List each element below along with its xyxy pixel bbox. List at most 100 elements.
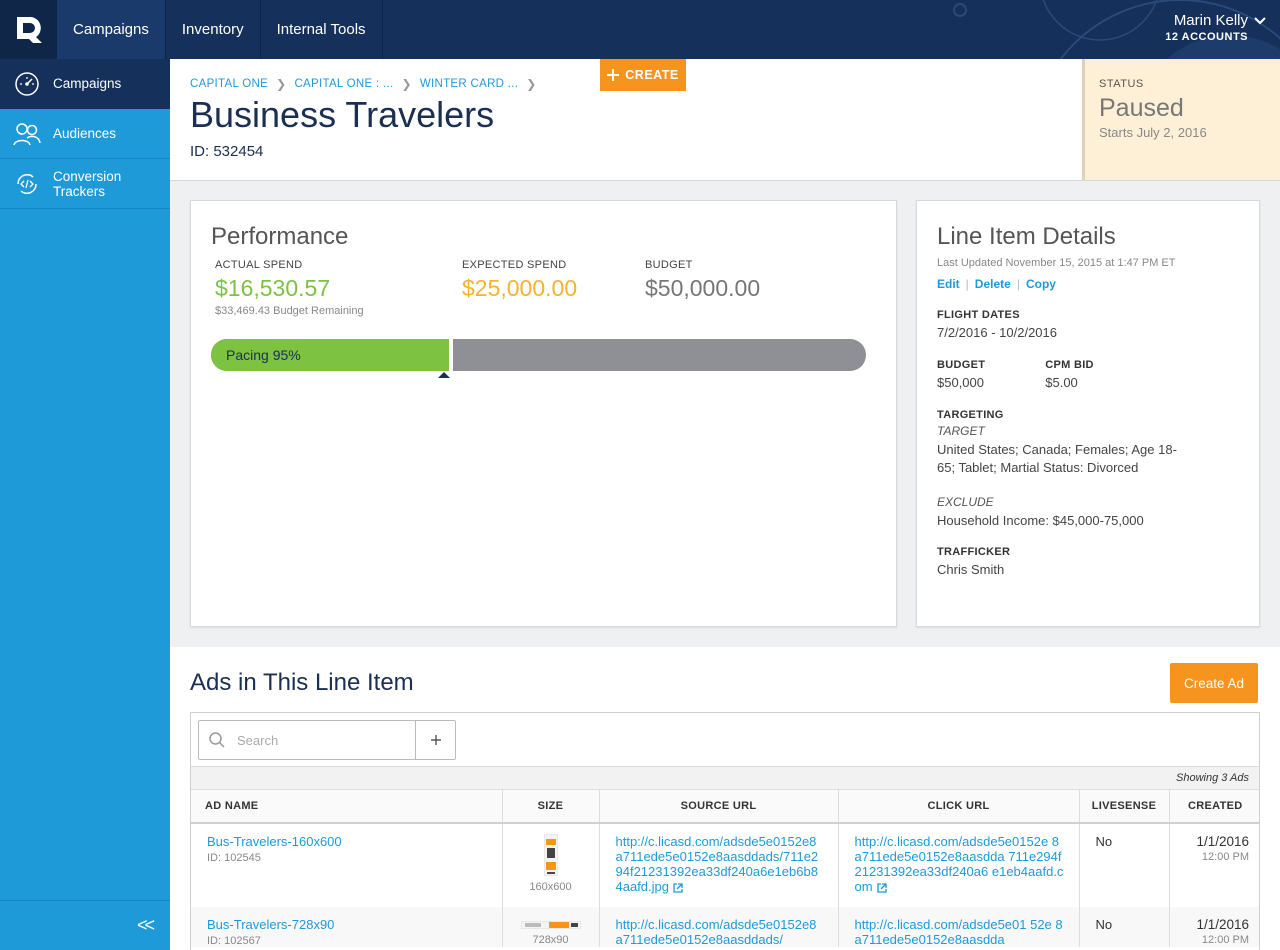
- sidebar: Campaigns Audiences Conversion Trackers …: [0, 59, 170, 950]
- sidebar-item-label: Campaigns: [53, 76, 122, 91]
- column-header-size[interactable]: SIZE: [502, 790, 600, 824]
- audience-icon: [12, 119, 42, 149]
- sidebar-item-label: Audiences: [53, 126, 117, 141]
- create-ad-button[interactable]: Create Ad: [1170, 663, 1258, 703]
- cpm-bid-value: $5.00: [1045, 375, 1078, 390]
- status-panel: STATUS Paused Starts July 2, 2016: [1082, 59, 1280, 180]
- plus-icon: [607, 69, 620, 81]
- chevron-right-icon: ❯: [401, 77, 412, 91]
- target-value: United States; Canada; Females; Age 18-6…: [937, 442, 1177, 475]
- status-label: STATUS: [1099, 78, 1144, 90]
- table-row: Bus-Travelers-160x600 ID: 102545 160x600…: [191, 823, 1259, 907]
- chevron-right-icon: ❯: [526, 77, 537, 91]
- exclude-label: EXCLUDE: [937, 495, 994, 509]
- cpm-bid-label: CPM BID: [1045, 359, 1094, 371]
- create-button[interactable]: CREATE: [600, 59, 686, 91]
- search-box: [198, 720, 416, 760]
- targeting-label: TARGETING: [937, 409, 1004, 421]
- ad-thumbnail[interactable]: [520, 920, 581, 930]
- chevron-down-icon: [1254, 16, 1266, 24]
- user-menu[interactable]: Marin Kelly 12 ACCOUNTS: [1165, 12, 1266, 43]
- actual-spend-label: ACTUAL SPEND: [215, 259, 303, 271]
- budget-metric: BUDGET $50,000.00: [645, 259, 760, 302]
- ad-size: 160x600: [529, 881, 572, 893]
- showing-count: Showing 3 Ads: [191, 767, 1259, 790]
- breadcrumb-item[interactable]: CAPITAL ONE: [190, 78, 268, 90]
- budget-label: BUDGET: [937, 359, 986, 371]
- expected-spend-value: $25,000.00: [462, 275, 578, 301]
- user-name: Marin Kelly: [1173, 12, 1248, 29]
- pacing-bar: Pacing 95%: [211, 339, 866, 371]
- sidebar-item-campaigns[interactable]: Campaigns: [0, 59, 170, 109]
- ad-name-link[interactable]: Bus-Travelers-728x90: [207, 917, 488, 932]
- column-header-source-url[interactable]: SOURCE URL: [599, 790, 839, 824]
- ads-table: AD NAME SIZE SOURCE URL CLICK URL LIVESE…: [191, 790, 1259, 947]
- performance-metrics: ACTUAL SPEND $16,530.57 $33,469.43 Budge…: [215, 259, 875, 329]
- performance-title: Performance: [211, 223, 349, 250]
- budget-remaining: $33,469.43 Budget Remaining: [215, 305, 364, 317]
- ad-id: ID: 102567: [207, 935, 261, 947]
- livesense-value: No: [1079, 907, 1170, 947]
- details-title: Line Item Details: [937, 223, 1116, 250]
- gauge-icon: [12, 69, 42, 99]
- ad-id: ID: 102545: [207, 852, 261, 864]
- source-url-link[interactable]: http://c.licasd.com/adsde5e0152e8a711ede…: [616, 834, 819, 894]
- copy-link[interactable]: Copy: [1026, 277, 1056, 291]
- pacing-actual-fill: Pacing 95%: [211, 339, 449, 371]
- external-link-icon[interactable]: [876, 882, 887, 893]
- trafficker-value: Chris Smith: [937, 562, 1005, 577]
- source-url-link[interactable]: http://c.licasd.com/adsde5e0152e8a711ede…: [616, 917, 817, 947]
- trafficker-label: TRAFFICKER: [937, 546, 1011, 558]
- breadcrumb: CAPITAL ONE ❯ CAPITAL ONE : ... ❯ WINTER…: [190, 77, 545, 91]
- nav-tab-internal-tools[interactable]: Internal Tools: [261, 0, 383, 59]
- sidebar-collapse-button[interactable]: <<: [0, 900, 170, 950]
- created-time: 12:00 PM: [1201, 934, 1249, 946]
- flight-dates-label: FLIGHT DATES: [937, 309, 1020, 321]
- column-header-created[interactable]: CREATED: [1169, 790, 1259, 824]
- nav-tab-inventory[interactable]: Inventory: [166, 0, 261, 59]
- breadcrumb-item[interactable]: CAPITAL ONE : ...: [294, 78, 393, 90]
- code-sync-icon: [12, 169, 42, 199]
- top-navigation-bar: Campaigns Inventory Internal Tools Marin…: [0, 0, 1280, 59]
- sidebar-item-label: Conversion Trackers: [53, 168, 122, 199]
- sidebar-item-audiences[interactable]: Audiences: [0, 109, 170, 159]
- ad-name-link[interactable]: Bus-Travelers-160x600: [207, 834, 488, 849]
- delete-link[interactable]: Delete: [975, 277, 1011, 291]
- expected-marker-icon: [438, 372, 450, 378]
- status-value: Paused: [1099, 94, 1184, 122]
- line-item-header: CAPITAL ONE ❯ CAPITAL ONE : ... ❯ WINTER…: [170, 59, 1280, 181]
- ad-thumbnail[interactable]: [543, 833, 558, 877]
- search-icon: [209, 732, 225, 748]
- separator: |: [1016, 277, 1020, 291]
- actual-spend-metric: ACTUAL SPEND $16,530.57 $33,469.43 Budge…: [215, 259, 364, 317]
- created-date: 1/1/2016: [1196, 834, 1249, 849]
- status-start-date: Starts July 2, 2016: [1099, 125, 1207, 140]
- edit-link[interactable]: Edit: [937, 277, 960, 291]
- created-time: 12:00 PM: [1201, 851, 1249, 863]
- table-header-row: AD NAME SIZE SOURCE URL CLICK URL LIVESE…: [191, 790, 1259, 824]
- nav-tab-campaigns[interactable]: Campaigns: [57, 0, 166, 59]
- line-item-id: ID: 532454: [190, 143, 264, 160]
- logo-icon: [16, 16, 42, 43]
- ad-size: 728x90: [532, 934, 569, 946]
- budget-label: BUDGET: [645, 259, 693, 271]
- app-logo[interactable]: [0, 0, 57, 59]
- plus-icon: [430, 735, 441, 745]
- add-filter-button[interactable]: [415, 720, 456, 760]
- budget-value: $50,000.00: [645, 275, 761, 301]
- ads-panel: Ads in This Line Item Create Ad Showing …: [170, 647, 1280, 950]
- target-label: TARGET: [937, 424, 985, 438]
- breadcrumb-item[interactable]: WINTER CARD ...: [420, 78, 518, 90]
- column-header-click-url[interactable]: CLICK URL: [838, 790, 1080, 824]
- page-title: Business Travelers: [190, 94, 495, 135]
- line-item-details-card: Line Item Details Last Updated November …: [916, 200, 1260, 627]
- exclude-value: Household Income: $45,000-75,000: [937, 513, 1144, 528]
- click-url-link[interactable]: http://c.licasd.com/adsde5e01 52e 8a711e…: [855, 917, 1063, 947]
- column-header-livesense[interactable]: LIVESENSE: [1079, 790, 1170, 824]
- external-link-icon[interactable]: [673, 882, 683, 893]
- sidebar-item-conversion-trackers[interactable]: Conversion Trackers: [0, 159, 170, 209]
- separator: |: [965, 277, 969, 291]
- search-input[interactable]: [237, 732, 397, 748]
- column-header-ad-name[interactable]: AD NAME: [191, 790, 503, 824]
- ads-table-container: Showing 3 Ads AD NAME SIZE SOURCE URL CL…: [190, 712, 1260, 950]
